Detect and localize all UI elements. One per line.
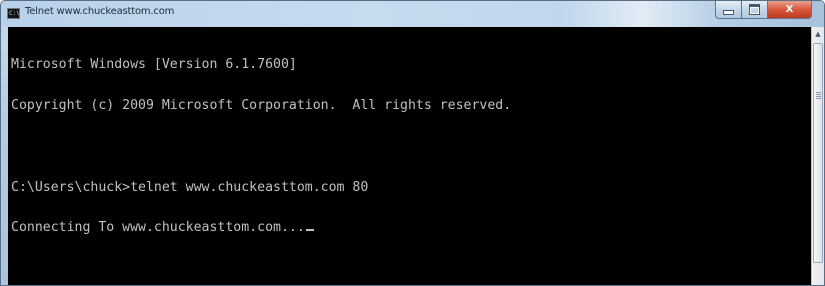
vertical-scrollbar[interactable]: ▲ bbox=[811, 27, 824, 285]
window-title: Telnet www.chuckeasttom.com bbox=[25, 6, 175, 17]
console-line-command: C:\Users\chuck>telnet www.chuckeasttom.c… bbox=[11, 179, 369, 195]
telnet-console-window: C:\ Telnet www.chuckeasttom.com X Micros… bbox=[0, 0, 825, 286]
minimize-button[interactable] bbox=[715, 1, 742, 19]
minimize-icon bbox=[723, 10, 734, 15]
console-output-area[interactable]: Microsoft Windows [Version 6.1.7600] Cop… bbox=[8, 27, 811, 285]
caption-buttons: X bbox=[715, 1, 812, 20]
console-icon[interactable]: C:\ bbox=[7, 8, 20, 19]
console-text: Microsoft Windows [Version 6.1.7600] Cop… bbox=[11, 31, 511, 262]
text-cursor bbox=[305, 229, 314, 232]
console-line-copyright: Copyright (c) 2009 Microsoft Corporation… bbox=[11, 97, 512, 113]
close-button[interactable]: X bbox=[768, 1, 812, 19]
maximize-button[interactable] bbox=[742, 1, 768, 19]
console-line-connecting: Connecting To www.chuckeasttom.com... bbox=[11, 221, 511, 235]
title-bar-glare bbox=[561, 1, 721, 27]
maximize-icon bbox=[749, 4, 760, 15]
close-icon: X bbox=[785, 4, 794, 15]
scroll-up-arrow-icon[interactable]: ▲ bbox=[812, 27, 824, 41]
title-bar[interactable]: C:\ Telnet www.chuckeasttom.com X bbox=[1, 1, 824, 27]
scrollbar-grip-icon bbox=[816, 92, 821, 99]
scrollbar-thumb[interactable] bbox=[813, 43, 823, 263]
console-connecting-text: Connecting To www.chuckeasttom.com... bbox=[11, 220, 305, 236]
console-line-blank bbox=[11, 140, 511, 154]
console-line-version: Microsoft Windows [Version 6.1.7600] bbox=[11, 57, 297, 73]
